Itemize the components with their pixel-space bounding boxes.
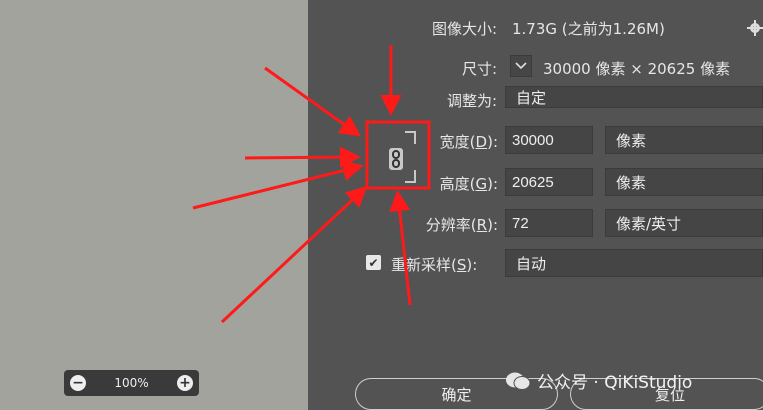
arrow-bottom-left (220, 185, 368, 324)
arrow-bottom (389, 190, 412, 306)
arrow-lower-left (192, 160, 364, 210)
wechat-icon (506, 372, 531, 390)
watermark: 公众号 · QiKiStudio (505, 368, 692, 393)
arrow-upper-left (264, 66, 361, 137)
annotation-arrows (192, 45, 412, 324)
arrow-left (244, 146, 361, 168)
